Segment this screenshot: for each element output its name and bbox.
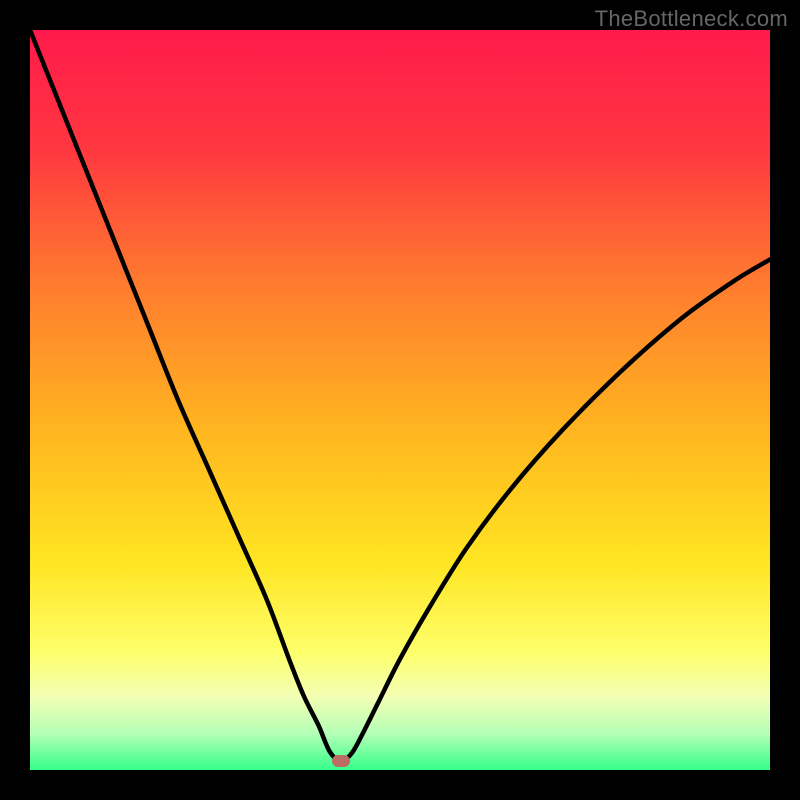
- watermark-text: TheBottleneck.com: [595, 6, 788, 32]
- bottleneck-curve: [30, 30, 770, 770]
- plot-area: [30, 30, 770, 770]
- optimal-point-marker: [332, 755, 350, 767]
- chart-frame: TheBottleneck.com: [0, 0, 800, 800]
